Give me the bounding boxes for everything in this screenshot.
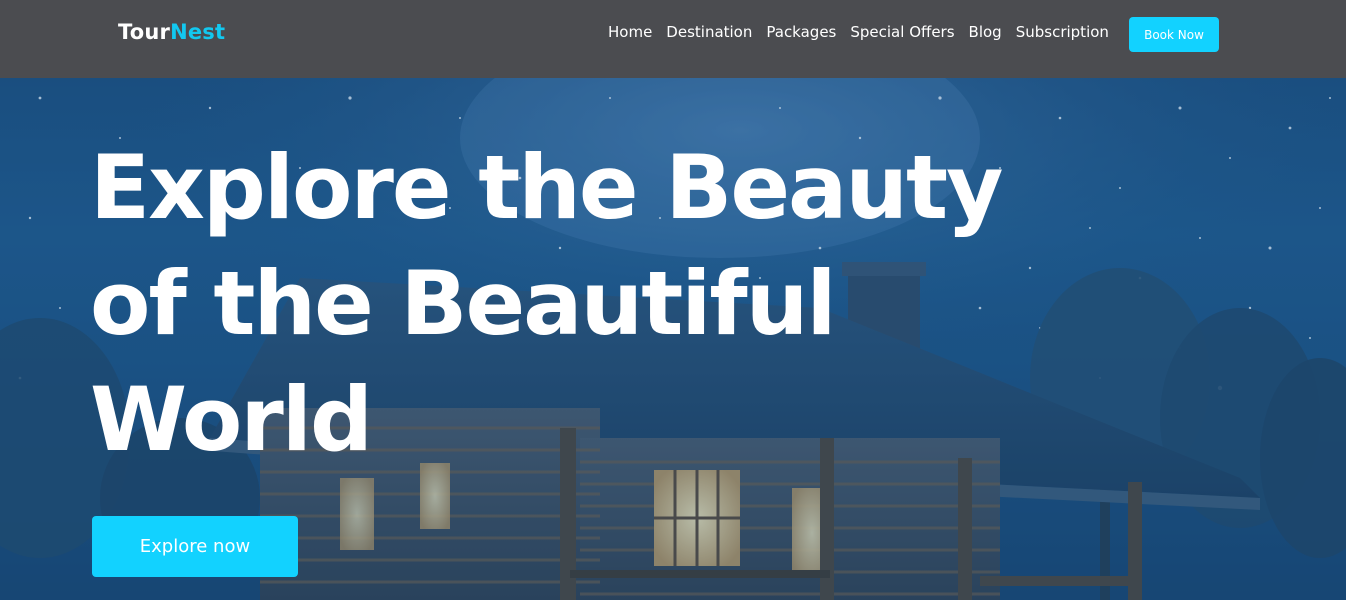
- brand-logo-part1: Tour: [118, 20, 171, 44]
- brand-logo[interactable]: TourNest: [118, 20, 225, 44]
- nav-home[interactable]: Home: [608, 23, 652, 41]
- nav-destination[interactable]: Destination: [666, 23, 752, 41]
- book-now-button[interactable]: Book Now: [1129, 17, 1219, 52]
- nav-special-offers[interactable]: Special Offers: [850, 23, 954, 41]
- main-nav: Home Destination Packages Special Offers…: [608, 23, 1123, 41]
- nav-subscription[interactable]: Subscription: [1016, 23, 1109, 41]
- explore-now-button[interactable]: Explore now: [92, 516, 298, 577]
- hero-headline: Explore the Beauty of the Beautiful Worl…: [90, 130, 1003, 478]
- hero-section: Explore the Beauty of the Beautiful Worl…: [0, 78, 1346, 600]
- top-navbar: TourNest Home Destination Packages Speci…: [0, 0, 1346, 78]
- page: TourNest Home Destination Packages Speci…: [0, 0, 1346, 600]
- hero-headline-line-3: World: [90, 368, 373, 471]
- nav-packages[interactable]: Packages: [766, 23, 836, 41]
- hero-headline-line-1: Explore the Beauty: [90, 136, 1003, 239]
- hero-headline-line-2: of the Beautiful: [90, 252, 837, 355]
- nav-blog[interactable]: Blog: [969, 23, 1002, 41]
- brand-logo-part2: Nest: [170, 20, 226, 44]
